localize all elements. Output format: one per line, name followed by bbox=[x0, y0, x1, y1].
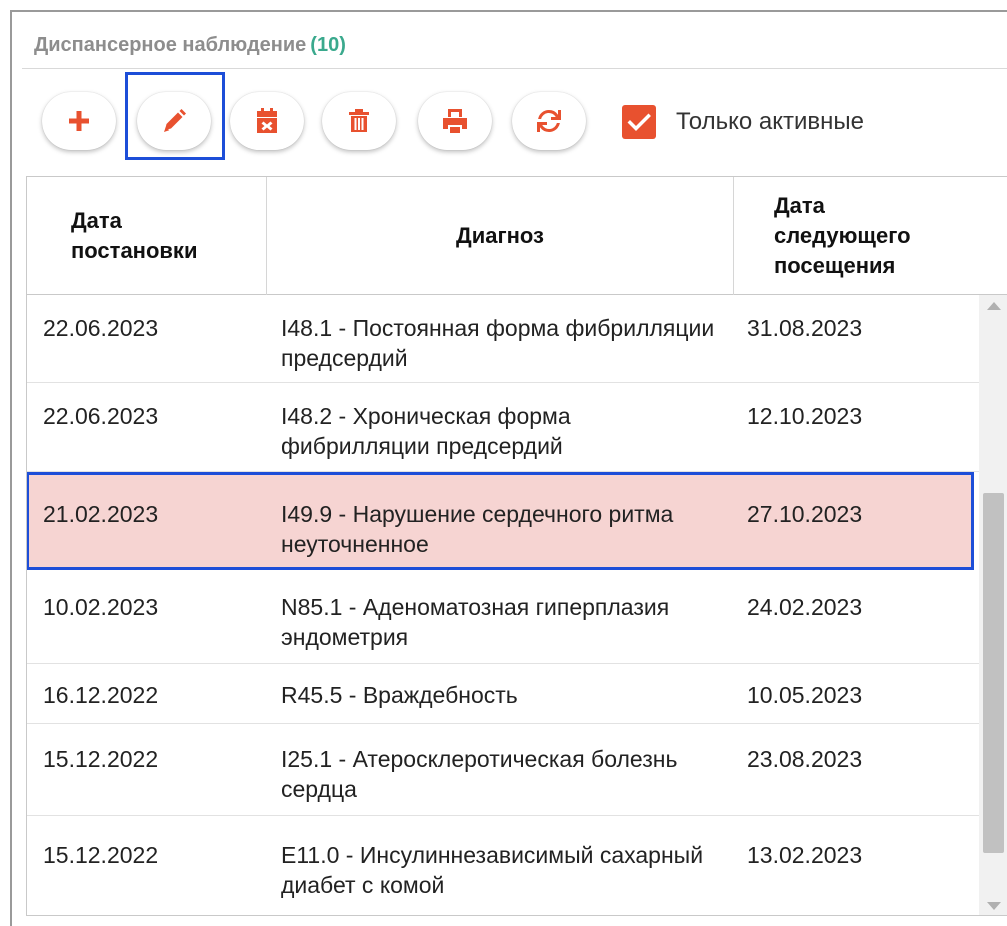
cell-next-visit-date: 12.10.2023 bbox=[747, 403, 863, 429]
active-only-label: Только активные bbox=[676, 108, 865, 135]
vertical-scrollbar[interactable] bbox=[979, 295, 1007, 915]
cell-diagnosis: I25.1 - Атеросклеротическая болезнь серд… bbox=[281, 746, 678, 802]
table-row[interactable]: 15.12.2022 I25.1 - Атеросклеротическая б… bbox=[27, 724, 979, 816]
observation-table: Дата постановки Диагноз Дата следующего … bbox=[26, 176, 1007, 916]
table-header: Дата постановки Диагноз Дата следующего … bbox=[27, 177, 1007, 295]
panel-title-text: Диспансерное наблюдение bbox=[34, 34, 307, 56]
refresh-button[interactable] bbox=[512, 92, 586, 150]
cell-registration-date: 22.06.2023 bbox=[43, 403, 159, 429]
cell-registration-date: 22.06.2023 bbox=[43, 315, 159, 341]
cell-diagnosis: N85.1 - Аденоматозная гиперплазия эндоме… bbox=[281, 594, 670, 650]
table-row[interactable]: 22.06.2023 I48.2 - Хроническая форма фиб… bbox=[27, 383, 979, 472]
print-button[interactable] bbox=[418, 92, 492, 150]
dispensary-observation-panel: Диспансерное наблюдение (10) Только акти… bbox=[0, 0, 1007, 926]
cell-registration-date: 15.12.2022 bbox=[43, 842, 159, 868]
pencil-icon bbox=[164, 109, 186, 132]
cell-next-visit-date: 31.08.2023 bbox=[747, 315, 863, 341]
panel-border-left bbox=[10, 10, 12, 926]
scroll-down-arrow-icon[interactable] bbox=[979, 895, 1007, 915]
column-header-registration-date[interactable]: Дата постановки bbox=[27, 177, 267, 295]
cell-diagnosis: R45.5 - Враждебность bbox=[281, 682, 518, 708]
checkmark-icon bbox=[627, 113, 651, 131]
printer-icon bbox=[443, 109, 467, 133]
cell-next-visit-date: 13.02.2023 bbox=[747, 842, 863, 868]
table-row[interactable]: 15.12.2022 E11.0 - Инсулиннезависимый са… bbox=[27, 816, 979, 915]
column-header-label: Диагноз bbox=[456, 223, 544, 248]
trash-icon bbox=[349, 109, 369, 132]
cell-diagnosis: I48.1 - Постоянная форма фибрилляции пре… bbox=[281, 315, 715, 371]
cell-next-visit-date: 10.05.2023 bbox=[747, 682, 863, 708]
add-button[interactable] bbox=[42, 92, 116, 150]
title-divider bbox=[22, 68, 1007, 69]
cell-next-visit-date: 23.08.2023 bbox=[747, 746, 863, 772]
panel-title: Диспансерное наблюдение (10) bbox=[34, 30, 346, 60]
cell-registration-date: 10.02.2023 bbox=[43, 594, 159, 620]
cell-diagnosis: I49.9 - Нарушение сердечного ритма неуто… bbox=[281, 501, 674, 557]
cell-next-visit-date: 27.10.2023 bbox=[747, 501, 863, 527]
table-row[interactable]: 16.12.2022 R45.5 - Враждебность 10.05.20… bbox=[27, 664, 979, 724]
column-header-label: Дата постановки bbox=[71, 208, 198, 263]
column-header-next-visit-date[interactable]: Дата следующего посещения bbox=[734, 177, 1007, 295]
edit-button[interactable] bbox=[137, 92, 211, 150]
refresh-icon bbox=[537, 109, 561, 133]
cell-registration-date: 16.12.2022 bbox=[43, 682, 159, 708]
cell-next-visit-date: 24.02.2023 bbox=[747, 594, 863, 620]
table-row[interactable]: 10.02.2023 N85.1 - Аденоматозная гиперпл… bbox=[27, 570, 979, 664]
record-count: (10) bbox=[310, 34, 346, 56]
remove-date-button[interactable] bbox=[230, 92, 304, 150]
plus-icon bbox=[69, 111, 89, 131]
cell-registration-date: 15.12.2022 bbox=[43, 746, 159, 772]
active-only-checkbox[interactable] bbox=[622, 105, 656, 139]
calendar-x-icon bbox=[257, 108, 277, 133]
scroll-up-arrow-icon[interactable] bbox=[979, 295, 1007, 317]
column-header-label: Дата следующего посещения bbox=[774, 193, 911, 278]
table-row-selected[interactable]: 21.02.2023 I49.9 - Нарушение сердечного … bbox=[27, 472, 974, 570]
scrollbar-thumb[interactable] bbox=[983, 493, 1004, 853]
panel-border-top bbox=[10, 10, 1007, 12]
cell-registration-date: 21.02.2023 bbox=[43, 501, 159, 527]
active-only-filter[interactable]: Только активные bbox=[622, 100, 864, 144]
cell-diagnosis: E11.0 - Инсулиннезависимый сахарный диаб… bbox=[281, 842, 704, 898]
cell-diagnosis: I48.2 - Хроническая форма фибрилляции пр… bbox=[281, 403, 571, 459]
column-header-diagnosis[interactable]: Диагноз bbox=[267, 177, 734, 295]
delete-button[interactable] bbox=[322, 92, 396, 150]
table-row[interactable]: 22.06.2023 I48.1 - Постоянная форма фибр… bbox=[27, 295, 979, 383]
